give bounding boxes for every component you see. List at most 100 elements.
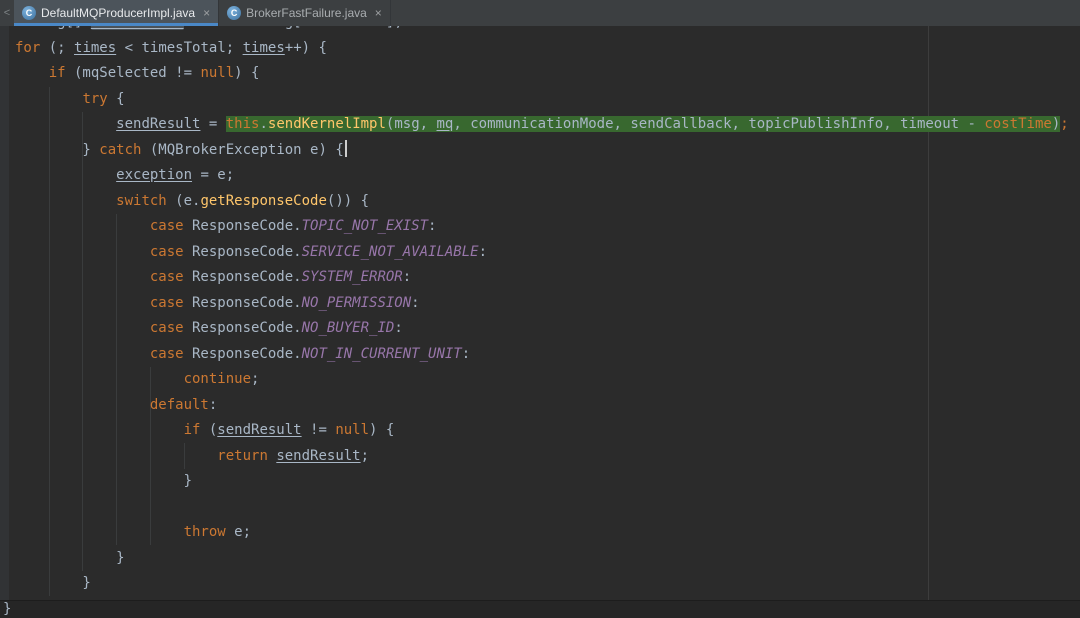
code-line[interactable]: } [15,469,1080,495]
code-token: NOT_IN_CURRENT_UNIT [301,345,462,362]
code-token: = e; [192,167,235,183]
text-caret [344,139,347,157]
tab-close-icon[interactable]: × [375,6,382,20]
code-token: sendResult [217,422,302,438]
code-token: : [428,218,437,234]
code-line[interactable]: case ResponseCode.SYSTEM_ERROR: [15,265,1080,291]
code-token: getResponseCode [200,192,327,209]
code-token: NO_PERMISSION [301,294,412,311]
code-token: , communicationMode, sendCallback, topic… [453,116,985,132]
code-line[interactable]: return sendResult; [15,444,1080,470]
code-line[interactable]: throw e; [15,520,1080,546]
code-token: if [183,422,201,438]
editor-tab-bar: < C DefaultMQProducerImpl.java × C BrokerFas… [0,0,1080,26]
code-line[interactable]: if (mqSelected != null) { [15,61,1080,87]
code-line[interactable]: String[] brokersSent = new String[timesT… [15,26,1080,36]
editor-tab[interactable]: C DefaultMQProducerImpl.java × [14,0,220,26]
code-line[interactable]: case ResponseCode.SERVICE_NOT_AVAILABLE: [15,240,1080,266]
code-token: = [184,26,209,30]
bottom-strip: } [0,600,1080,618]
code-token: : [478,243,488,260]
code-token: ( [200,422,218,438]
code-token: = [200,116,226,132]
code-line[interactable]: } catch (MQBrokerException e) { [15,138,1080,164]
code-token: ) [1051,116,1061,132]
code-token: e; [225,524,252,540]
code-line[interactable]: case ResponseCode.NOT_IN_CURRENT_UNIT: [15,342,1080,368]
code-line[interactable]: } [15,546,1080,572]
tabs-scroll-left-icon[interactable]: < [0,0,14,26]
code-token: (; [40,39,75,56]
code-token: sendResult [116,116,201,132]
code-token: try [82,90,108,107]
code-token: (e. [166,192,201,209]
code-line[interactable]: case ResponseCode.NO_BUYER_ID: [15,316,1080,342]
code-token: default [149,396,209,413]
code-token: String[timesTotal]; [234,26,403,30]
code-token: null [200,65,235,81]
code-token: null [335,422,370,438]
code-token: if [48,65,66,81]
code-token: : [208,396,218,413]
code-token: case [149,345,184,362]
code-line[interactable]: case ResponseCode.NO_PERMISSION: [15,291,1080,317]
code-line[interactable]: sendResult = this.sendKernelImpl(msg, mq… [15,112,1080,138]
code-line[interactable]: continue; [15,367,1080,393]
editor-pane[interactable]: String[] brokersSent = new String[timesT… [9,26,1080,600]
code-token: != [301,422,336,438]
code-token: SYSTEM_ERROR [301,269,403,285]
code-token: times [74,39,117,56]
code-line[interactable]: switch (e.getResponseCode()) { [15,189,1080,215]
code-token: ) { [369,422,395,438]
code-token: switch [116,192,167,209]
code-token: SERVICE_NOT_AVAILABLE [301,243,479,260]
code-token: String[] [15,26,91,30]
code-token: throw [183,524,226,540]
code-token: : [394,320,403,336]
code-token: sendKernelImpl [267,116,386,132]
code-token: } [15,473,193,489]
code-token: ResponseCode. [183,243,302,260]
tab-label: BrokerFastFailure.java [246,6,367,20]
code-token: { [107,90,125,107]
code-token: (msg, [385,116,437,132]
tab-close-icon[interactable]: × [203,6,210,20]
code-token: case [149,269,184,285]
code-token: catch [99,141,142,158]
code-line[interactable]: if (sendResult != null) { [15,418,1080,444]
code-token: case [149,243,184,260]
code-token: } [15,141,100,158]
code-line[interactable]: for (; times < timesTotal; times++) { [15,36,1080,62]
code-token: brokersSent [90,26,184,30]
tab-label: DefaultMQProducerImpl.java [41,6,196,20]
code-line[interactable]: default: [15,393,1080,419]
code-token: return [217,447,268,464]
code-line[interactable]: try { [15,87,1080,113]
code-line[interactable]: } [15,571,1080,597]
code-line[interactable] [15,495,1080,521]
code-line[interactable]: case ResponseCode.TOPIC_NOT_EXIST: [15,214,1080,240]
code-token: . [259,116,268,132]
code-token: case [149,294,184,311]
class-icon: C [227,6,242,20]
editor-tab[interactable]: C BrokerFastFailure.java × [219,0,391,26]
code-token: } [15,549,125,566]
code-token: : [402,269,412,285]
code-token: ()) { [326,192,370,209]
code-token: ResponseCode. [183,320,302,336]
code-token: ) { [234,65,260,81]
code-line[interactable]: exception = e; [15,163,1080,189]
code-token: times [242,39,285,56]
